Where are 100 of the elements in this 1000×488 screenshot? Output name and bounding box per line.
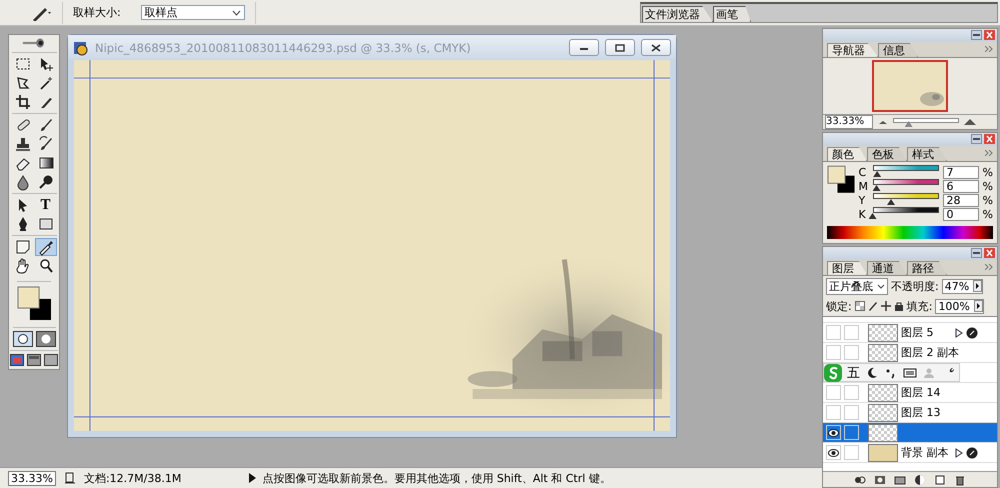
minimize-icon[interactable] (971, 248, 982, 258)
triangle-right-icon[interactable] (249, 473, 256, 483)
panel-tab[interactable]: 导航器 (827, 43, 878, 57)
unit-label: % (982, 194, 993, 206)
panel-tab[interactable]: 图层 (827, 261, 867, 275)
color-swatch-drawing[interactable] (17, 286, 51, 320)
arrow-right-icon[interactable] (973, 280, 982, 292)
quick-mask-icon[interactable] (36, 331, 56, 347)
hand-icon (14, 257, 32, 275)
color-swatch-drawing[interactable] (827, 165, 855, 193)
triangle-right-icon[interactable] (955, 328, 963, 338)
layer-thumbnail (868, 324, 898, 342)
window-mode-icon[interactable] (10, 354, 24, 366)
lock-icon[interactable] (894, 301, 904, 311)
zoom-field[interactable]: 33.33% (8, 470, 56, 486)
panel-tab[interactable]: 路径 (907, 261, 947, 275)
arrow-right-icon[interactable] (974, 300, 983, 312)
link-icon[interactable] (854, 474, 866, 486)
channel-label: K (858, 208, 867, 220)
maximize-button[interactable] (605, 39, 635, 56)
layer-row[interactable]: 图层 14 (823, 383, 997, 403)
link-toggle[interactable] (844, 405, 859, 420)
brush-icon[interactable] (868, 301, 878, 311)
layer-name: 图层 2 副本 (901, 345, 960, 360)
link-toggle[interactable] (844, 385, 859, 400)
minimize-button[interactable] (569, 39, 599, 56)
document-info-icon[interactable] (64, 472, 76, 484)
field-label: 锁定: (826, 298, 852, 314)
tool-button[interactable] (34, 238, 56, 256)
visibility-toggle[interactable] (826, 345, 841, 360)
layer-name: 图层 14 (901, 385, 942, 400)
eye-icon (828, 448, 839, 456)
minimize-icon[interactable] (971, 30, 982, 40)
link-toggle[interactable] (844, 325, 859, 340)
channel-value-field[interactable]: 28 (942, 194, 979, 206)
adjustment-icon[interactable] (914, 474, 926, 486)
visibility-toggle[interactable] (826, 385, 841, 400)
menu-arrow-icon[interactable] (985, 264, 993, 270)
zoom-slider[interactable] (893, 117, 959, 127)
channel-slider[interactable] (872, 165, 939, 177)
layer-name: 图层 5 (901, 325, 934, 340)
opacity-field[interactable]: 47% (942, 278, 984, 294)
mask-icon[interactable] (874, 474, 886, 486)
moon-icon[interactable] (865, 366, 879, 380)
link-toggle[interactable] (844, 425, 859, 440)
panel-tab[interactable]: 色板 (867, 147, 907, 161)
channel-value-field[interactable]: 0 (942, 208, 979, 220)
input-mode-toggle[interactable]: 五 (847, 364, 860, 382)
zoom-in-icon[interactable] (963, 118, 977, 126)
close-button[interactable] (641, 39, 671, 56)
fill-field[interactable]: 100% (935, 298, 984, 314)
palette-tab[interactable]: 画笔 (713, 6, 751, 22)
zoom-out-icon[interactable] (877, 118, 889, 126)
close-icon[interactable] (650, 44, 662, 52)
panel-tab[interactable]: 颜色 (827, 147, 867, 161)
channel-label: Y (858, 194, 866, 206)
visibility-toggle[interactable] (826, 425, 841, 440)
link-toggle[interactable] (844, 345, 859, 360)
full-screen-icon[interactable] (44, 354, 58, 366)
dodge-icon (36, 173, 54, 191)
layer-row[interactable]: 五 (823, 363, 997, 383)
visibility-toggle[interactable] (826, 325, 841, 340)
visibility-toggle[interactable] (826, 405, 841, 420)
palette-tab[interactable]: 文件浏览器 (642, 6, 713, 22)
new-layer-icon[interactable] (934, 474, 946, 486)
input-method-logo-icon[interactable] (824, 364, 842, 382)
maximize-icon[interactable] (614, 44, 626, 52)
blend-mode-dropdown[interactable]: 正片叠底 (826, 278, 888, 294)
visibility-toggle[interactable] (826, 445, 841, 460)
zoom-field[interactable]: 33.33% (825, 115, 873, 129)
menu-arrow-icon[interactable] (985, 46, 993, 52)
move-icon[interactable] (880, 301, 891, 311)
checker-icon[interactable] (854, 301, 865, 311)
channel-slider[interactable] (872, 193, 939, 205)
channel-value-field[interactable]: 7 (942, 166, 979, 178)
field-label: 填充: (906, 298, 932, 314)
layer-row[interactable]: 图层 5 (823, 323, 997, 343)
color-spectrum[interactable] (827, 226, 993, 239)
panel-tab[interactable]: 通道 (867, 261, 907, 275)
sample-dropdown[interactable]: 取样点 (140, 5, 245, 20)
history-brush-icon (36, 135, 54, 153)
panel-tab[interactable]: 信息 (878, 43, 918, 57)
minimize-icon[interactable] (971, 134, 982, 144)
tool-button[interactable]: T (34, 196, 56, 214)
panel-tab[interactable]: 样式 (907, 147, 947, 161)
link-toggle[interactable] (844, 445, 859, 460)
chevron-down-icon (877, 284, 885, 288)
note-icon (14, 238, 32, 256)
channel-value-field[interactable]: 6 (942, 180, 979, 192)
full-screen-menu-icon[interactable] (27, 354, 41, 366)
layer-thumbnail (868, 424, 898, 442)
channel-slider[interactable] (872, 179, 939, 191)
eye-icon (828, 428, 839, 436)
standard-mode-icon[interactable] (12, 331, 32, 347)
triangle-right-icon[interactable] (955, 448, 963, 458)
layer-row[interactable] (823, 423, 997, 443)
folder-icon[interactable] (894, 474, 906, 486)
layer-row[interactable]: 背景 副本 (823, 443, 997, 463)
menu-arrow-icon[interactable] (985, 150, 993, 156)
keyboard-icon[interactable] (903, 366, 917, 380)
